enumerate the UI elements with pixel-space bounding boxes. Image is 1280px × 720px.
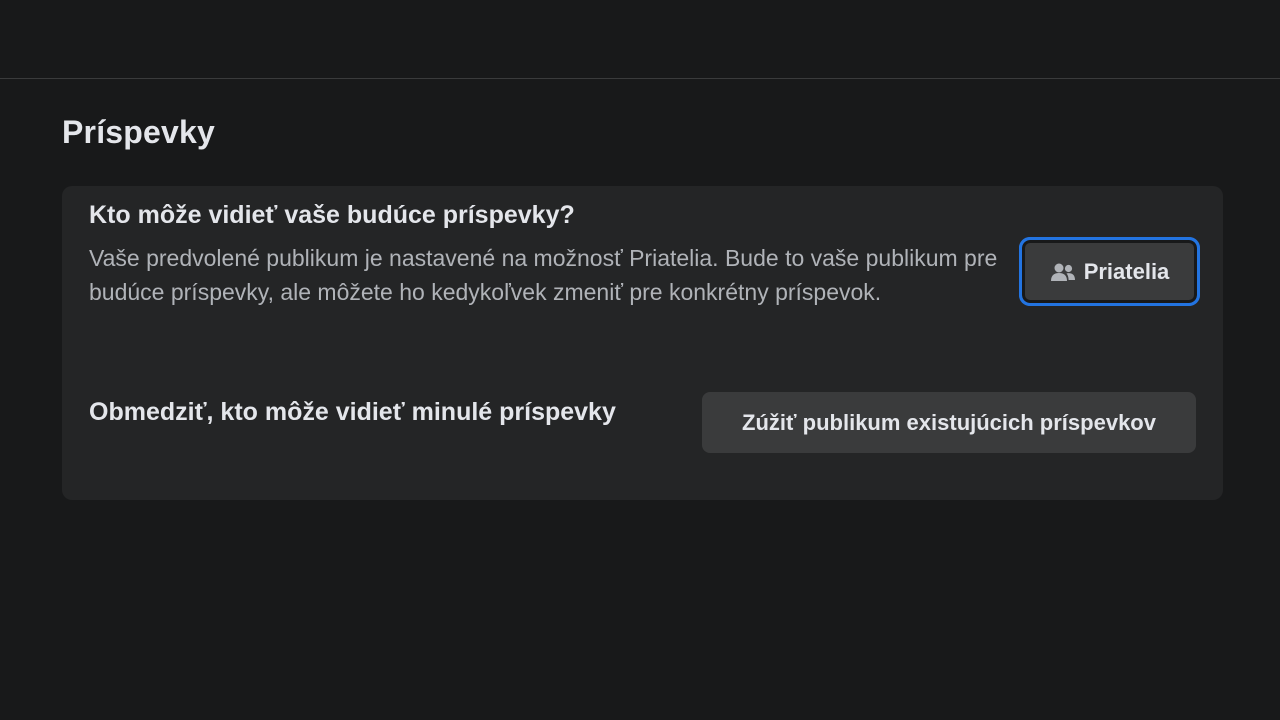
future-posts-description: Vaše predvolené publikum je nastavené na… (89, 245, 998, 305)
posts-settings-card: Kto môže vidieť vaše budúce príspevky? V… (62, 186, 1223, 500)
limit-past-posts-button[interactable]: Zúžiť publikum existujúcich príspevkov (702, 392, 1196, 453)
past-posts-title: Obmedziť, kto môže vidieť minulé príspev… (89, 398, 616, 426)
page-title: Príspevky (62, 114, 216, 150)
friends-icon (1050, 262, 1076, 282)
audience-button-label: Priatelia (1083, 258, 1170, 284)
future-posts-title: Kto môže vidieť vaše budúce príspevky? (89, 201, 575, 229)
audience-selector-button[interactable]: Priatelia (1019, 237, 1200, 306)
top-bar (0, 0, 1280, 79)
